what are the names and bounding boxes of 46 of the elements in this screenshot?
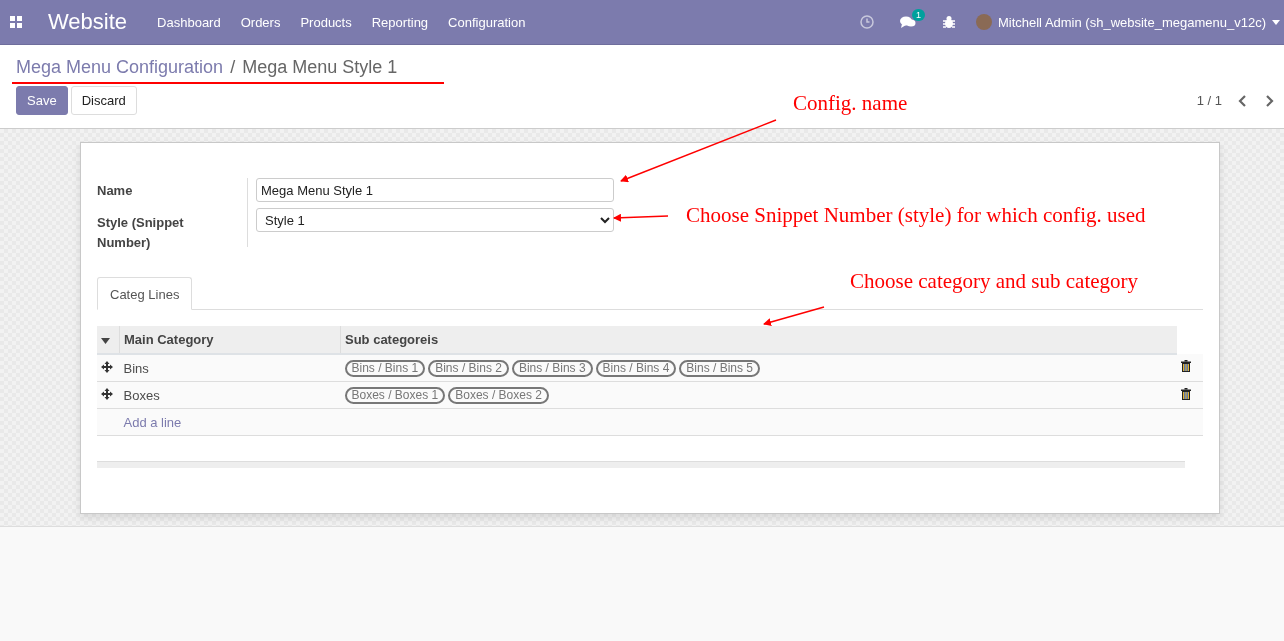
category-tag: Bins / Bins 3	[511, 359, 593, 377]
menu-item[interactable]: Orders	[230, 14, 291, 30]
menu-item[interactable]: Dashboard	[147, 14, 231, 30]
add-line-link[interactable]: Add a line	[123, 414, 182, 430]
app-name: Website	[48, 9, 128, 35]
pager-counter: 1 / 1	[1196, 93, 1222, 108]
avatar-icon	[975, 14, 992, 30]
sort-caret-icon[interactable]	[101, 338, 110, 344]
menu-item[interactable]: Reporting	[361, 14, 439, 30]
breadcrumb-link[interactable]: Mega Menu Configuration	[16, 57, 224, 78]
table-cell: Boxes	[119, 381, 341, 409]
discard-button[interactable]: Discard	[70, 86, 137, 115]
annotation-arrow	[613, 213, 669, 222]
field-label: Name	[97, 182, 134, 200]
name-input-field[interactable]: Mega Menu Style 1	[256, 178, 614, 202]
category-tag: Boxes / Boxes 1	[344, 386, 446, 404]
trash-icon[interactable]	[1181, 387, 1191, 400]
field-label: Style (Snippet Number)	[97, 214, 185, 252]
breadcrumb-separator: /	[230, 57, 236, 78]
category-tag: Bins / Bins 2	[428, 359, 509, 377]
annotation-text: Config. name	[793, 91, 908, 116]
category-tag: Boxes / Boxes 2	[448, 386, 549, 404]
category-tag: Bins / Bins 5	[679, 359, 760, 377]
annotation-text: Choose category and sub category	[850, 269, 1139, 294]
style-dropdown[interactable]: Style 1	[256, 208, 614, 232]
user-menu[interactable]: Mitchell Admin (sh_website_megamenu_v12c)	[975, 14, 1280, 30]
apps-grid-icon[interactable]	[10, 16, 22, 28]
menu-item[interactable]: Products	[290, 14, 362, 30]
save-button[interactable]: Save	[16, 86, 68, 115]
trash-icon[interactable]	[1181, 360, 1191, 372]
message-count-badge: 1	[911, 9, 925, 21]
bug-icon[interactable]	[941, 15, 956, 29]
menu-item[interactable]: Configuration	[438, 14, 536, 30]
category-tag: Bins / Bins 1	[344, 359, 426, 377]
move-handle-icon[interactable]	[101, 360, 113, 373]
tab[interactable]: Categ Lines	[97, 277, 193, 310]
annotation-arrow	[763, 306, 825, 326]
column-header[interactable]: Main Category	[119, 326, 341, 354]
column-header[interactable]: Sub categoreis	[340, 326, 1177, 354]
move-handle-icon[interactable]	[101, 387, 113, 400]
breadcrumb-current: Mega Menu Style 1	[242, 57, 398, 78]
caret-icon	[1272, 19, 1280, 25]
annotation-text: Choose Snippet Number (style) for which config. used	[686, 203, 1146, 228]
table-cell: Bins	[119, 354, 341, 382]
chat-bubbles-icon[interactable]	[899, 15, 916, 29]
category-tag: Bins / Bins 4	[595, 359, 677, 377]
